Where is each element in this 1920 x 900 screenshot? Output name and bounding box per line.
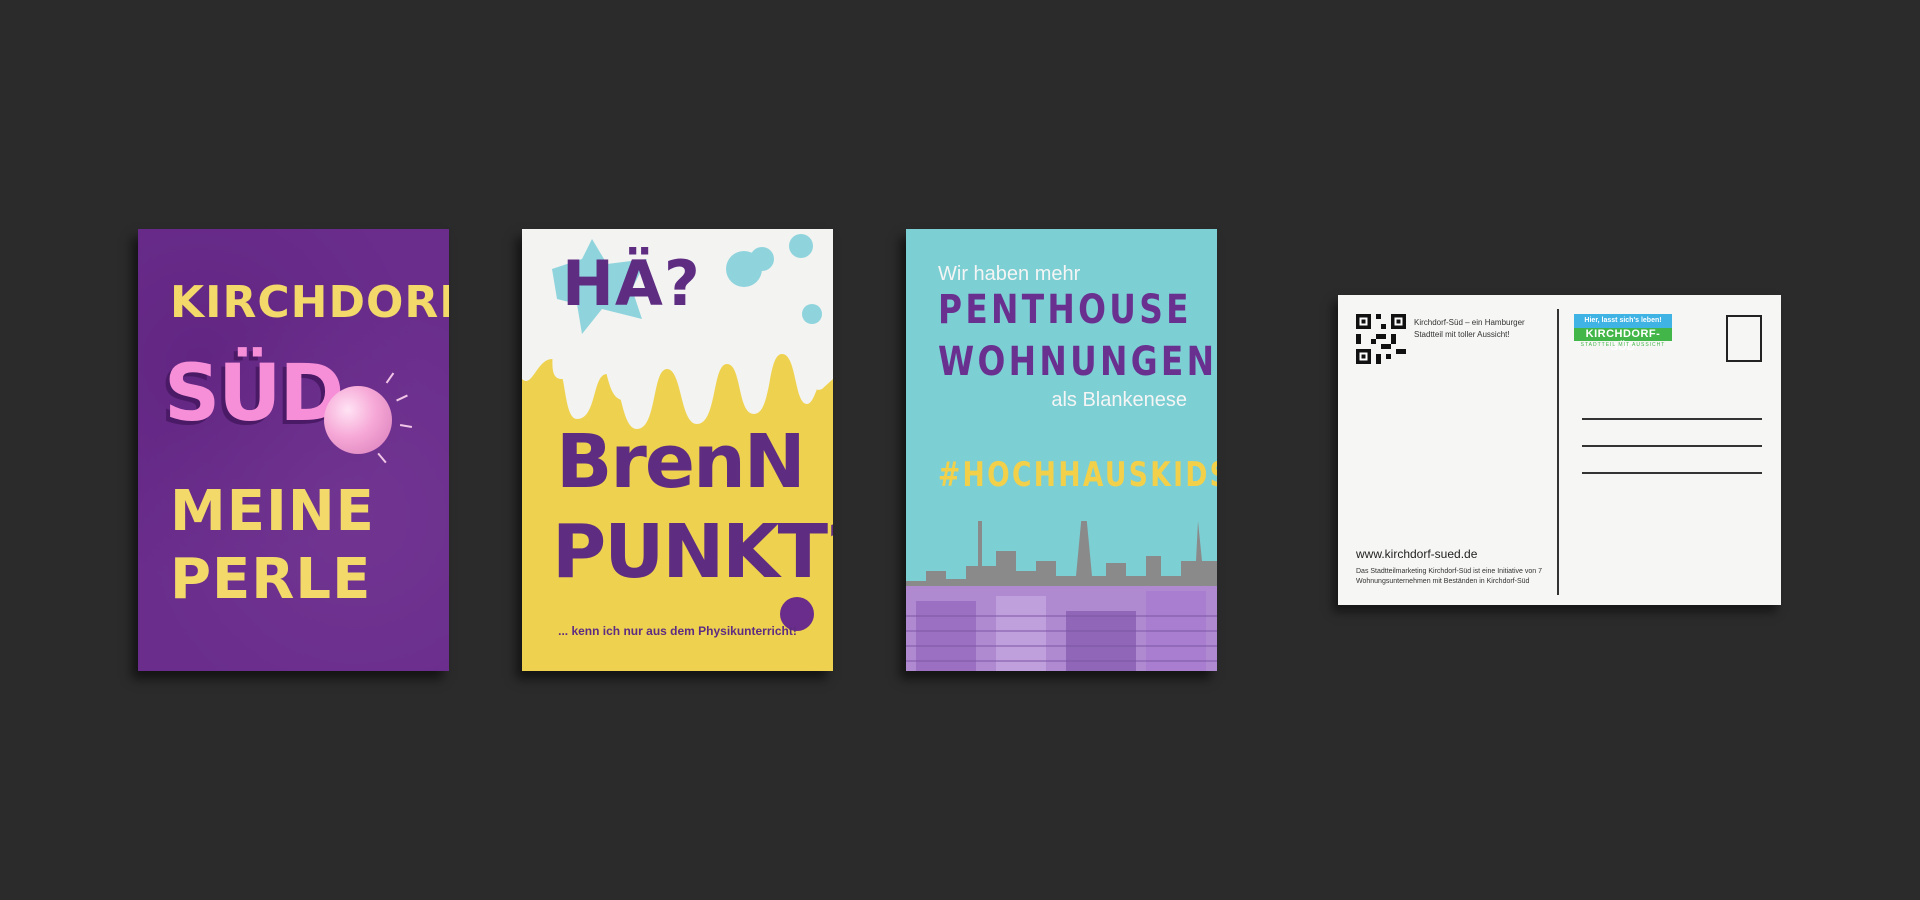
card1-line-kirchdorf: KIRCHDORF [170,277,449,328]
stamp-box [1726,315,1762,362]
postcard-url: www.kirchdorf-sued.de [1356,547,1478,561]
card2-headline: HÄ? [562,247,701,320]
address-line [1582,445,1762,447]
card3-outro: als Blankenese [1051,389,1187,411]
card1-line-sued: SÜD [164,349,344,439]
qr-code-icon [1356,314,1406,364]
city-skyline-image [906,521,1217,671]
postcard-footer-text: Das Stadtteilmarketing Kirchdorf-Süd ist… [1356,568,1542,585]
card3-hashtag: #HOCHHAUSKIDS [938,455,1217,495]
card3-penthouse: PENTHOUSE [938,287,1192,333]
logo-wordmark: KIRCHDORF-SÜD [1574,328,1672,353]
card2-caption: ... kenn ich nur aus dem Physikunterrich… [558,624,797,638]
address-line [1582,472,1762,474]
logo-subline: STADTTEIL MIT AUSSICHT [1580,342,1666,348]
postcard-penthouse: Wir haben mehr PENTHOUSE WOHNUNGEN als B… [906,229,1217,671]
postcard-info-text: Kirchdorf-Süd – ein Hamburger Stadtteil … [1414,318,1525,339]
card2-line-punkt: PUNKT? [552,509,833,595]
postcard-back: Kirchdorf-Süd – ein Hamburger Stadtteil … [1338,295,1781,605]
postcard-divider [1557,309,1559,595]
logo-tagline: Hier, lasst sich's leben! [1574,314,1672,328]
kirchdorf-sued-logo: Hier, lasst sich's leben! KIRCHDORF-SÜD … [1574,314,1672,353]
card3-wohnungen: WOHNUNGEN [938,339,1217,385]
postcard-kirchdorf-sued-meine-perle: KIRCHDORF SÜD MEINE PERLE [138,229,449,671]
card3-intro: Wir haben mehr [938,263,1081,285]
card1-line-perle: PERLE [170,547,372,612]
pearl-icon [324,386,392,454]
postcard-brennpunkt: HÄ? BrenN PUNKT? ... kenn ich nur aus de… [522,229,833,671]
card1-line-meine: MEINE [170,479,375,544]
card2-line-bren: BrenN [556,419,806,505]
address-line [1582,418,1762,420]
